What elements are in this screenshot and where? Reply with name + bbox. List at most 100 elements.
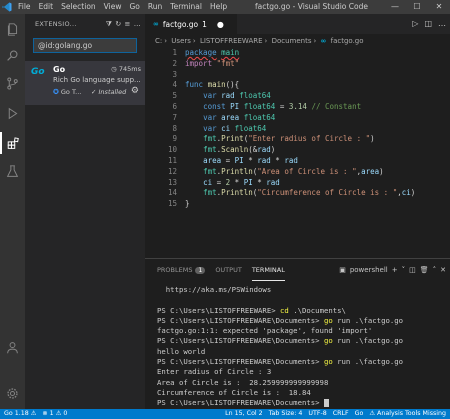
window-controls: — ☐ ✕ [384, 0, 450, 14]
search-icon[interactable] [0, 44, 25, 66]
code-line: area = PI * rad * rad [203, 155, 298, 165]
close-panel-icon[interactable]: ✕ [440, 266, 446, 274]
tab-problem-count: 1 [202, 19, 207, 29]
code-line: fmt.Println("Circumference of Circle is … [203, 188, 416, 198]
vscode-logo-icon [0, 0, 14, 14]
language-mode[interactable]: Go [355, 409, 364, 419]
extension-name: Go [53, 65, 66, 74]
terminal-line: Area of Circle is : 28.259999999999998 [157, 377, 329, 387]
extension-settings-gear-icon[interactable]: ⚙ [131, 86, 139, 96]
output-label: OUTPUT [215, 266, 242, 274]
tab-factgo[interactable]: ∞ factgo.go 1 ● [145, 14, 237, 34]
menu-file[interactable]: File [14, 0, 35, 14]
status-bar: Go 1.18 ⚠ ⊗ 1 ⚠ 0 Ln 15, Col 2 Tab Size:… [0, 409, 450, 419]
editor-tab-bar: ∞ factgo.go 1 ● ▷ ◫ … [145, 14, 450, 34]
refresh-icon[interactable]: ↻ [115, 20, 121, 29]
breadcrumb: C: › Users › LISTOFFREEWARE › Documents › ∞ … [155, 37, 364, 45]
split-terminal-icon[interactable]: ◫ [409, 266, 416, 274]
editor-actions: ▷ ◫ … [412, 14, 446, 34]
file-encoding[interactable]: UTF-8 [308, 409, 326, 419]
code-line: ci = 2 * PI * rad [203, 177, 280, 187]
modified-dot-icon[interactable]: ● [217, 20, 224, 29]
run-debug-icon[interactable] [0, 102, 25, 124]
menu-go[interactable]: Go [125, 0, 143, 14]
tab-problems[interactable]: PROBLEMS 1 [157, 259, 206, 281]
manage-gear-icon[interactable] [0, 382, 25, 404]
line-number: 4 [172, 80, 177, 90]
status-left: Go 1.18 ⚠ ⊗ 1 ⚠ 0 [4, 409, 67, 419]
line-number: 15 [167, 199, 177, 209]
go-file-icon: ∞ [153, 20, 159, 28]
extension-publisher: ✪ Go T... [53, 88, 81, 96]
bottom-panel: PROBLEMS 1 OUTPUT TERMINAL ▣ powershell +… [145, 258, 450, 409]
verified-publisher-icon: ✪ [53, 88, 59, 96]
line-number: 12 [167, 166, 177, 176]
account-icon[interactable] [0, 336, 25, 358]
tab-size[interactable]: Tab Size: 4 [269, 409, 303, 419]
problems-status[interactable]: ⊗ 1 ⚠ 0 [42, 409, 67, 419]
line-number: 11 [167, 155, 177, 165]
minimize-button[interactable]: — [384, 0, 406, 14]
menu-run[interactable]: Run [144, 0, 166, 14]
end-of-line[interactable]: CRLF [333, 409, 349, 419]
line-number: 5 [172, 91, 177, 101]
run-file-icon[interactable]: ▷ [412, 14, 418, 34]
code-line: } [185, 199, 190, 209]
cursor-position[interactable]: Ln 15, Col 2 [225, 409, 263, 419]
title-bar: File Edit Selection View Go Run Terminal… [0, 0, 450, 14]
go-version-status[interactable]: Go 1.18 ⚠ [4, 409, 36, 419]
code-content[interactable]: package main import "fmt" func main(){ v… [185, 48, 415, 210]
testing-icon[interactable] [0, 160, 25, 182]
code-editor[interactable]: 1 2 3 4 5 6 7 8 9 10 11 12 13 14 15 pack… [145, 48, 450, 258]
breadcrumb-documents[interactable]: Documents [272, 37, 312, 45]
menu-selection[interactable]: Selection [57, 0, 100, 14]
clear-icon[interactable]: ≡ [125, 20, 131, 29]
line-number: 14 [167, 188, 177, 198]
line-number: 3 [172, 69, 177, 79]
line-number: 10 [167, 145, 177, 155]
go-file-icon: ∞ [320, 37, 327, 45]
menu-edit[interactable]: Edit [35, 0, 58, 14]
activation-time: ◷ 745ms [111, 65, 141, 73]
installed-label: Installed [98, 88, 127, 96]
terminal-output[interactable]: https://aka.ms/PSWindows PS C:\Users\LIS… [145, 281, 450, 409]
menu-terminal[interactable]: Terminal [166, 0, 206, 14]
extension-item-go[interactable]: Go Go ◷ 745ms Rich Go language supp... ✪… [25, 61, 145, 105]
close-button[interactable]: ✕ [428, 0, 450, 14]
tab-output[interactable]: OUTPUT [215, 259, 242, 281]
terminal-cursor [323, 399, 329, 408]
line-number: 6 [172, 101, 177, 111]
terminal-shell-select[interactable]: powershell [350, 266, 388, 274]
breadcrumb-user[interactable]: LISTOFFREEWARE [200, 37, 263, 45]
menu-help[interactable]: Help [206, 0, 231, 14]
sidebar-header: EXTENSIO... ⧩ ↻ ≡ … [25, 14, 145, 34]
extensions-icon[interactable] [0, 132, 25, 154]
code-line: import "fmt" [185, 58, 240, 68]
maximize-panel-icon[interactable]: ˄ [433, 266, 437, 274]
terminal-dropdown-icon[interactable]: ˅ [402, 266, 406, 274]
terminal-line: https://aka.ms/PSWindows [157, 285, 272, 294]
explorer-icon[interactable] [0, 18, 25, 40]
publisher-name[interactable]: Go T... [61, 88, 81, 96]
check-icon: ✓ [91, 88, 99, 96]
analysis-tools-status[interactable]: ⚠ Analysis Tools Missing [369, 409, 446, 419]
filter-icon[interactable]: ⧩ [106, 20, 113, 29]
source-control-icon[interactable] [0, 72, 25, 94]
menu-view[interactable]: View [100, 0, 126, 14]
tab-terminal[interactable]: TERMINAL [251, 259, 285, 281]
more-editor-actions-icon[interactable]: … [438, 14, 446, 34]
terminal-line: PS C:\Users\LISTOFFREEWARE\Documents> go… [157, 336, 404, 346]
terminal-line: PS C:\Users\LISTOFFREEWARE\Documents> go… [157, 357, 404, 367]
new-terminal-icon[interactable]: + [392, 266, 398, 274]
breadcrumb-drive[interactable]: C: [155, 37, 162, 45]
extension-search-input[interactable]: @id:golang.go [33, 38, 137, 53]
more-actions-icon[interactable]: … [134, 20, 141, 29]
split-editor-icon[interactable]: ◫ [424, 14, 432, 34]
activity-bar [0, 14, 25, 409]
breadcrumb-users[interactable]: Users [171, 37, 191, 45]
trash-icon[interactable]: 🗑 [420, 266, 429, 274]
maximize-button[interactable]: ☐ [406, 0, 428, 14]
breadcrumb-file[interactable]: factgo.go [331, 37, 364, 45]
